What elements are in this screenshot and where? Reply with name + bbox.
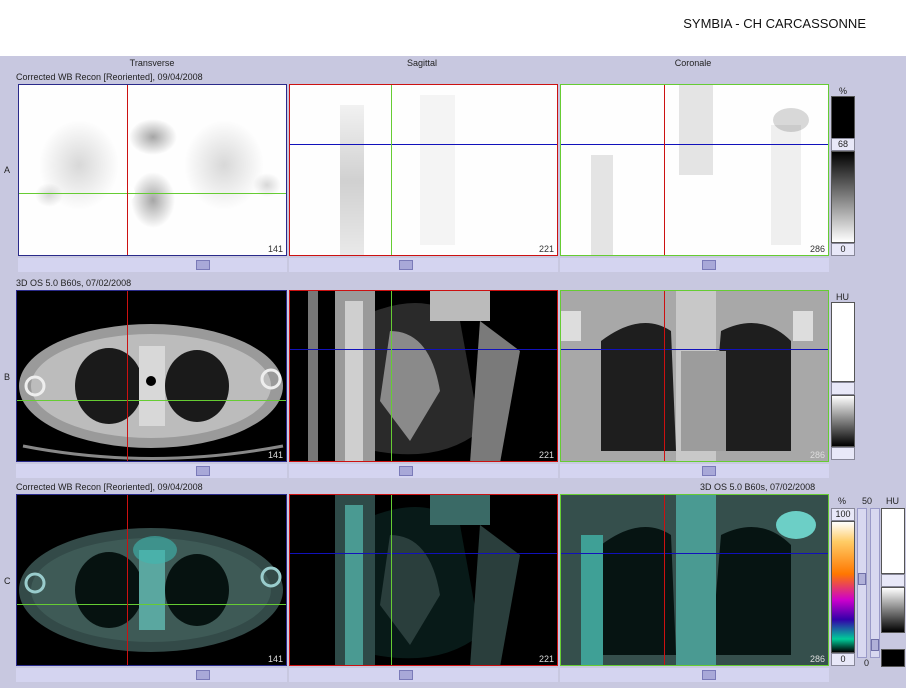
slice-number: 141	[267, 654, 283, 664]
slider-b-coronal[interactable]	[560, 464, 829, 478]
colorbar-b-top	[831, 302, 855, 382]
slider-c-transverse[interactable]	[16, 668, 287, 682]
pet-transverse-image	[35, 119, 281, 228]
row-c-series-label: Corrected WB Recon [Reoriented], 09/04/2…	[16, 482, 203, 492]
fusion-ratio-slider[interactable]	[857, 508, 867, 658]
colorbar-b-value[interactable]	[831, 382, 855, 395]
viewport-b-coronal[interactable]: 286	[560, 290, 829, 462]
slider-b-transverse[interactable]	[16, 464, 287, 478]
colorbar-c-ct-top	[881, 508, 905, 574]
colorbar-b-gradient	[831, 395, 855, 447]
slider-c-sagittal[interactable]	[289, 668, 558, 682]
ct-coronal-image	[561, 291, 828, 461]
slider-a-coronal[interactable]	[560, 258, 829, 272]
slider-c-coronal[interactable]	[560, 668, 829, 682]
colorbar-c-ct-gradient	[881, 587, 905, 633]
row-b-series-label: 3D OS 5.0 B60s, 07/02/2008	[16, 278, 132, 288]
viewport-c-coronal[interactable]: 286	[560, 494, 829, 666]
row-b-label: B	[4, 372, 11, 382]
slider-a-transverse[interactable]	[18, 258, 287, 272]
window-level-slider[interactable]	[870, 508, 880, 658]
colorbar-c-pet-unit: %	[838, 496, 847, 506]
colorbar-a-unit: %	[839, 86, 848, 96]
colorbar-c-pet-min: 0	[831, 653, 855, 666]
slice-number: 221	[538, 450, 554, 460]
row-c-label: C	[4, 576, 11, 586]
colorbar-c-ct-value: 50	[862, 496, 873, 506]
slider-thumb[interactable]	[399, 466, 413, 476]
window-level-thumb[interactable]	[871, 639, 879, 651]
colorbar-c-ct-bottom	[881, 649, 905, 667]
colorbar-b-min	[831, 447, 855, 460]
slider-thumb[interactable]	[196, 670, 210, 680]
column-label-sagittal: Sagittal	[406, 58, 438, 68]
row-a-label: A	[4, 165, 11, 175]
colorbar-b-unit: HU	[836, 292, 849, 302]
slice-number: 221	[538, 244, 554, 254]
viewport-a-sagittal[interactable]: 221	[289, 84, 558, 256]
pet-coronal-image	[591, 85, 809, 255]
slider-thumb[interactable]	[399, 260, 413, 270]
slider-a-sagittal[interactable]	[289, 258, 558, 272]
fusion-ratio-thumb[interactable]	[858, 573, 866, 585]
slice-number: 286	[809, 244, 825, 254]
colorbar-c-ct-unit: HU	[886, 496, 899, 506]
row-a-series-label: Corrected WB Recon [Reoriented], 09/04/2…	[16, 72, 203, 82]
slider-thumb[interactable]	[702, 466, 716, 476]
ct-transverse-image	[19, 324, 284, 460]
column-label-transverse: Transverse	[129, 58, 175, 68]
slider-thumb[interactable]	[702, 260, 716, 270]
slider-b-sagittal[interactable]	[289, 464, 558, 478]
viewport-a-transverse[interactable]: 141	[18, 84, 287, 256]
slider-thumb[interactable]	[196, 260, 210, 270]
viewport-b-transverse[interactable]: 141	[16, 290, 287, 462]
slice-number: 286	[809, 654, 825, 664]
fusion-coronal-image	[561, 495, 828, 665]
colorbar-a-top	[831, 96, 855, 144]
colorbar-a-min: 0	[831, 243, 855, 256]
colorbar-a-value[interactable]: 68	[831, 138, 855, 151]
slice-number: 141	[267, 450, 283, 460]
pet-sagittal-image	[340, 95, 455, 255]
viewport-c-sagittal[interactable]: 221	[289, 494, 558, 666]
colorbar-a-gradient	[831, 151, 855, 243]
colorbar-c-pet-gradient	[831, 521, 855, 653]
row-c-series-label-right: 3D OS 5.0 B60s, 07/02/2008	[700, 482, 816, 492]
slider-thumb[interactable]	[196, 466, 210, 476]
viewport-c-transverse[interactable]: 141	[16, 494, 287, 666]
slice-number: 221	[538, 654, 554, 664]
slider-thumb[interactable]	[702, 670, 716, 680]
fusion-sagittal-image	[335, 495, 520, 665]
fusion-transverse-image	[19, 528, 283, 652]
site-title: SYMBIA - CH CARCASSONNE	[683, 16, 866, 31]
slice-number: 286	[809, 450, 825, 460]
viewport-b-sagittal[interactable]: 221	[289, 290, 558, 462]
slider-thumb[interactable]	[399, 670, 413, 680]
colorbar-c-ct-handle[interactable]	[881, 574, 905, 587]
colorbar-c-pet-max: 100	[831, 508, 855, 521]
colorbar-c-ct-min: 0	[864, 658, 870, 668]
slice-number: 141	[267, 244, 283, 254]
viewport-a-coronal[interactable]: 286	[560, 84, 829, 256]
column-label-coronal: Coronale	[674, 58, 712, 68]
app-header: SYMBIA - CH CARCASSONNE	[0, 0, 906, 56]
ct-sagittal-image	[308, 291, 520, 461]
